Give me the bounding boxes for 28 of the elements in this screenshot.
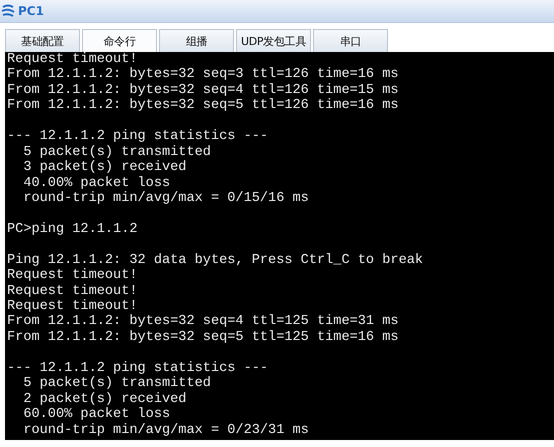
terminal-line: From 12.1.1.2: bytes=32 seq=5 ttl=125 time=16 ms — [7, 330, 400, 346]
terminal-line: 40.00% packet loss — [22, 176, 172, 191]
terminal-line: --- 12.1.1.2 ping statistics --- — [7, 129, 270, 145]
tab[interactable]: UDP发包工具 — [236, 29, 311, 52]
terminal-line: 2 packet(s) received — [22, 392, 188, 407]
terminal-line: 60.00% packet loss — [22, 407, 172, 422]
terminal-line: From 12.1.1.2: bytes=32 seq=5 ttl=126 time=16 ms — [7, 98, 400, 114]
terminal-line: From 12.1.1.2: bytes=32 seq=4 ttl=125 time=31 ms — [7, 314, 400, 330]
terminal-line: 3 packet(s) received — [22, 160, 188, 176]
tab[interactable]: 串口 — [313, 29, 388, 52]
terminal-line: Request timeout! — [7, 299, 139, 314]
network-icon — [1, 4, 15, 18]
tab[interactable]: 组播 — [159, 29, 234, 52]
terminal-line: Ping 12.1.1.2: 32 data bytes, Press Ctrl_C to break — [7, 252, 424, 268]
terminal-line: 5 packet(s) transmitted — [22, 144, 212, 160]
terminal-line: --- 12.1.1.2 ping statistics --- — [7, 360, 270, 376]
terminal-line: round-trip min/avg/max = 0/15/16 ms — [22, 190, 310, 206]
terminal-line: From 12.1.1.2: bytes=32 seq=4 ttl=126 time=15 ms — [7, 82, 400, 98]
terminal-line: From 12.1.1.2: bytes=32 seq=3 ttl=126 time=16 ms — [7, 67, 400, 83]
tab[interactable]: 命令行 — [82, 29, 157, 52]
terminal-line: Request timeout! — [7, 52, 139, 67]
terminal-line: 5 packet(s) transmitted — [22, 376, 212, 392]
tab[interactable]: 基础配置 — [5, 29, 80, 52]
terminal-line: Request timeout! — [7, 268, 139, 284]
window-title: PC1 — [18, 4, 44, 18]
terminal-line: round-trip min/avg/max = 0/23/31 ms — [22, 422, 310, 438]
terminal-line: Request timeout! — [7, 284, 139, 299]
terminal-line: PC>ping 12.1.1.2 — [7, 222, 139, 238]
